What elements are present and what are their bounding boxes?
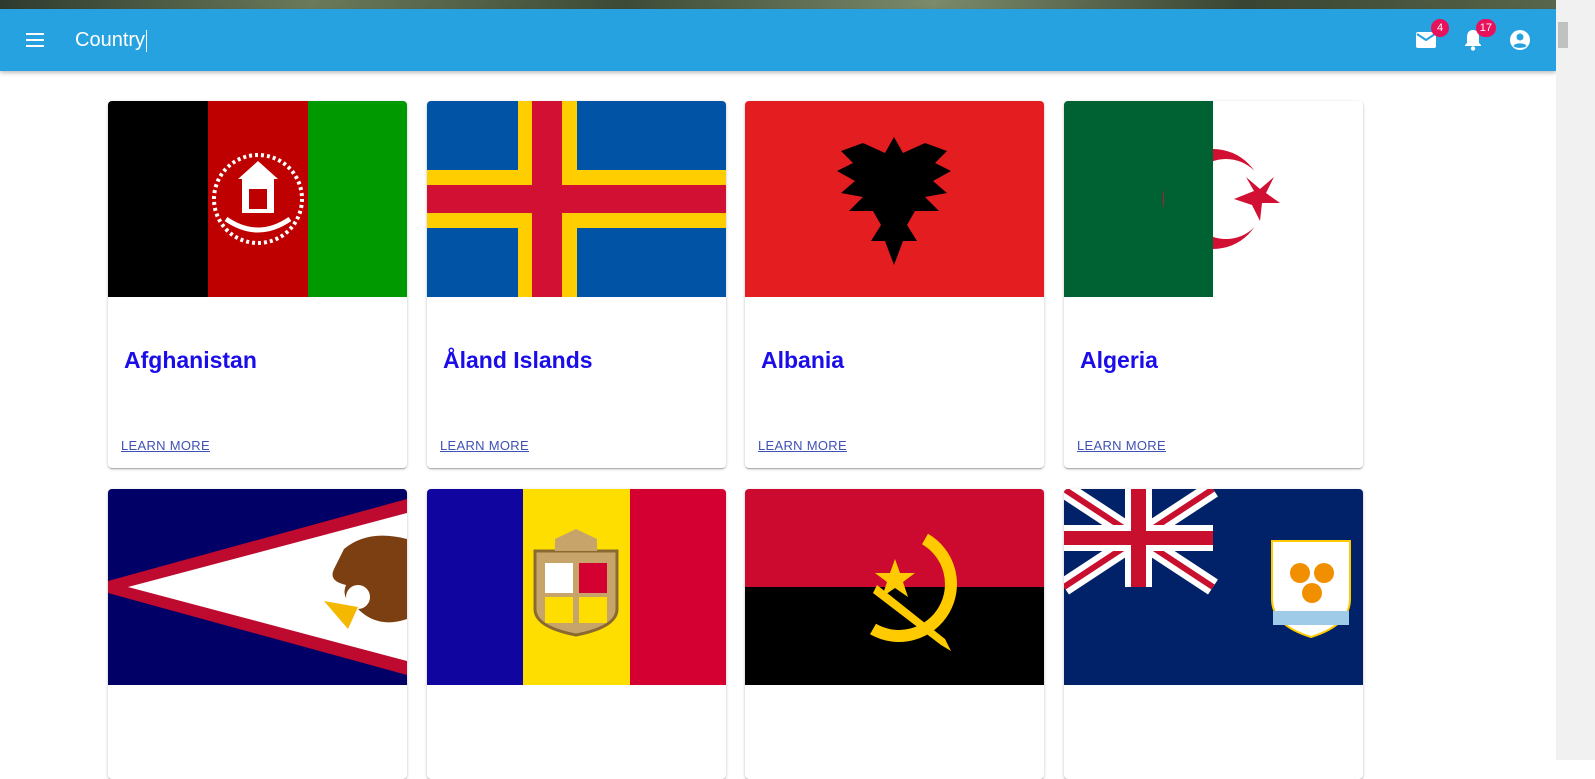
scrollbar-thumb[interactable]: [1558, 22, 1568, 48]
menu-button[interactable]: [20, 25, 50, 55]
mail-badge: 4: [1431, 19, 1449, 37]
learn-more-link[interactable]: LEARN MORE: [1077, 438, 1166, 453]
country-card-algeria: Algeria LEARN MORE: [1064, 101, 1363, 468]
anguilla-flag: [1064, 489, 1363, 685]
aland-islands-flag: [427, 101, 726, 297]
app-bar: Country 4 17: [0, 9, 1556, 71]
learn-more-link[interactable]: LEARN MORE: [758, 438, 847, 453]
account-circle-icon: [1510, 30, 1530, 50]
albania-flag: [745, 101, 1044, 297]
search-value: Country: [75, 29, 146, 51]
american-samoa-flag: [108, 489, 407, 685]
card-title: Afghanistan: [124, 347, 257, 373]
scrollbar[interactable]: [1556, 0, 1595, 760]
account-button[interactable]: [1505, 25, 1535, 55]
notifications-button[interactable]: 17: [1458, 19, 1496, 55]
country-card-anguilla: [1064, 489, 1363, 779]
country-card-aland-islands: Åland Islands LEARN MORE: [427, 101, 726, 468]
text-caret: [146, 29, 148, 52]
card-title: Albania: [761, 347, 845, 373]
menu-icon: [26, 33, 44, 47]
notifications-badge: 17: [1475, 19, 1496, 37]
angola-flag: [745, 489, 1044, 685]
country-card-american-samoa: [108, 489, 407, 779]
country-card-albania: Albania LEARN MORE: [745, 101, 1044, 468]
country-card-andorra: [427, 489, 726, 779]
card-title: Algeria: [1080, 347, 1158, 373]
country-card-afghanistan: Afghanistan LEARN MORE: [108, 101, 407, 468]
learn-more-link[interactable]: LEARN MORE: [121, 438, 210, 453]
card-title: Åland Islands: [443, 347, 593, 373]
background-strip: [0, 0, 1556, 9]
country-card-angola: [745, 489, 1044, 779]
andorra-flag: [427, 489, 726, 685]
search-input[interactable]: Country: [75, 28, 148, 52]
mail-button[interactable]: 4: [1411, 19, 1449, 55]
learn-more-link[interactable]: LEARN MORE: [440, 438, 529, 453]
algeria-flag: [1064, 101, 1363, 297]
afghanistan-flag: [108, 101, 407, 297]
